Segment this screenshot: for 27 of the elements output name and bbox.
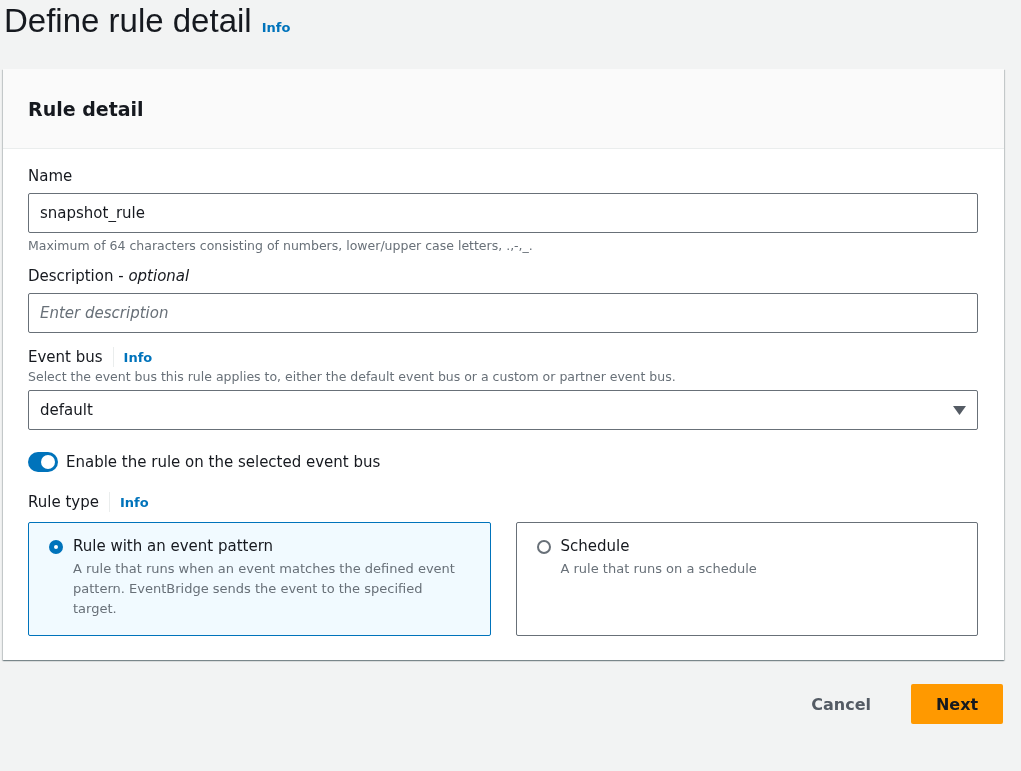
field-label: Rule type: [28, 493, 99, 511]
cancel-button[interactable]: Cancel: [805, 693, 877, 715]
field-label: Name: [28, 167, 73, 185]
radio-button[interactable]: [536, 540, 551, 554]
info-link[interactable]: Info: [123, 349, 153, 365]
toggle-label: Enable the rule on the selected event bus: [66, 453, 381, 471]
field-hint: Select the event bus this rule applies to, either the default event bus or a custom or partner event bus.: [28, 369, 677, 384]
field-hint: Maximum of 64 characters consisting of numbers, lower/upper case letters, .,-,_.: [28, 238, 534, 253]
page-title: Define rule detail: [4, 2, 252, 40]
toggle-switch[interactable]: [28, 452, 58, 472]
info-link[interactable]: Info: [119, 494, 149, 510]
name-input-field[interactable]: snapshot_rule: [28, 193, 978, 233]
next-button[interactable]: Next: [911, 684, 1003, 724]
caret-icon: [953, 405, 966, 415]
description-input-field[interactable]: Enter description: [28, 293, 978, 333]
field-label: Description - optional: [28, 267, 190, 285]
radio-button[interactable]: [49, 540, 63, 554]
option-title: Schedule: [560, 537, 631, 555]
option-description: A rule that runs when an event matches the defined event pattern. EventBridge sends the event to the specified target.: [73, 560, 456, 618]
option-description: A rule that runs on a schedule: [560, 560, 757, 578]
option-title: Rule with an event pattern: [73, 537, 275, 555]
rule-type-option[interactable]: Rule with an event pattern A rule that runs when an event matches the defined event pattern. EventBridge sends the event to the specified target.: [28, 522, 491, 636]
event-bus-dropdown[interactable]: default: [28, 390, 978, 430]
rule-type-option[interactable]: Schedule A rule that runs on a schedule: [515, 522, 978, 636]
info-link[interactable]: Info: [261, 20, 291, 35]
field-label: Event bus: [28, 348, 103, 366]
card-title: Rule detail: [28, 97, 144, 120]
